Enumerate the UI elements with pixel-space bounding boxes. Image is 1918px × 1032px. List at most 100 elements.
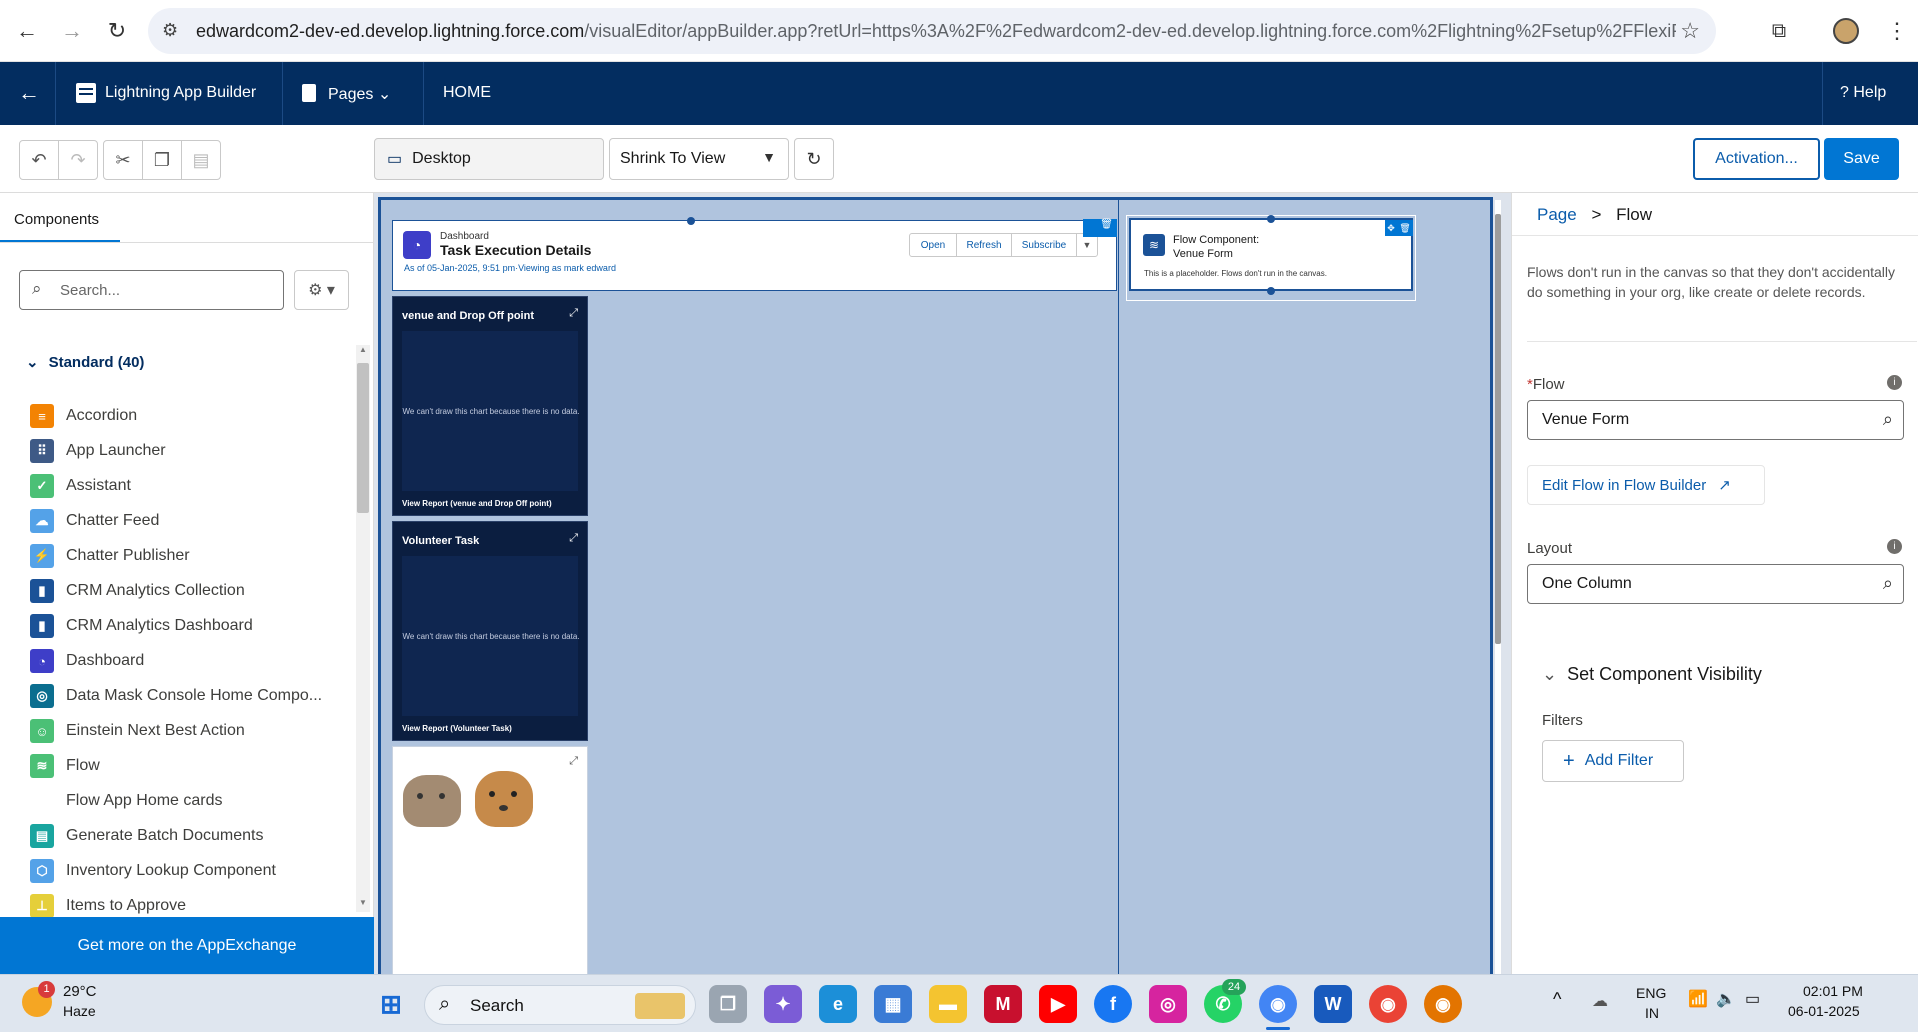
component-item[interactable]: ☁ Chatter Feed — [30, 507, 159, 535]
component-item[interactable]: ✓ Assistant — [30, 472, 131, 500]
chart-volunteer-task[interactable]: Volunteer Task ⤢ We can't draw this char… — [392, 521, 588, 741]
scrollbar-track[interactable]: ▲ ▼ — [356, 345, 370, 912]
help-link[interactable]: ? Help — [1840, 84, 1886, 102]
component-item[interactable]: ◎ Data Mask Console Home Compo... — [30, 682, 322, 710]
file-explorer-icon[interactable]: ▬ — [929, 985, 967, 1023]
dashboard-title: Task Execution Details — [440, 242, 592, 258]
mcafee-icon[interactable]: M — [984, 985, 1022, 1023]
extensions-icon[interactable]: ⧉ — [1762, 14, 1796, 48]
copy-icon[interactable]: ❐ — [142, 140, 182, 180]
flow-card-actions[interactable]: ✥ 🗑 — [1385, 220, 1413, 236]
expand-icon[interactable]: ⤢ — [569, 755, 578, 768]
delete-icon[interactable]: 🗑 — [1083, 219, 1117, 237]
chrome-alt-icon[interactable]: ◉ — [1424, 985, 1462, 1023]
info-icon[interactable]: i — [1887, 539, 1902, 554]
undo-icon[interactable]: ↶ — [19, 140, 59, 180]
breadcrumb-page-link[interactable]: Page — [1537, 205, 1577, 224]
resize-handle[interactable] — [687, 217, 695, 225]
facebook-icon[interactable]: f — [1094, 985, 1132, 1023]
visibility-section-toggle[interactable]: ⌄ Set Component Visibility — [1542, 664, 1762, 685]
scrollbar-thumb[interactable] — [357, 363, 369, 513]
edit-flow-button[interactable]: Edit Flow in Flow Builder ↗ — [1527, 465, 1765, 505]
expand-icon[interactable]: ⤢ — [569, 307, 578, 320]
view-report-link[interactable]: View Report (venue and Drop Off point) — [402, 499, 552, 508]
site-settings-icon[interactable]: ⚙ — [162, 20, 178, 41]
redo-icon[interactable]: ↷ — [58, 140, 98, 180]
resize-handle[interactable] — [1267, 287, 1275, 295]
settings-gear-icon[interactable]: ⚙ ▾ — [294, 270, 349, 310]
save-button[interactable]: Save — [1824, 138, 1899, 180]
store-icon[interactable]: ▦ — [874, 985, 912, 1023]
reload-icon[interactable]: ↻ — [100, 14, 134, 48]
dashboard-header-card[interactable]: ◔ Dashboard Task Execution Details As of… — [392, 219, 1117, 291]
pages-menu[interactable]: Pages ⌄ — [328, 84, 391, 104]
expand-icon[interactable]: ⤢ — [569, 532, 578, 545]
flow-lookup-input[interactable]: Venue Form ⌕ — [1527, 400, 1904, 440]
wifi-icon[interactable]: 📶 — [1688, 989, 1708, 1009]
flow-component-card[interactable]: ≋ Flow Component: Venue Form This is a p… — [1129, 218, 1413, 291]
component-item[interactable]: ⊥ Items to Approve — [30, 892, 186, 920]
back-arrow-icon[interactable]: ← — [18, 80, 40, 106]
browser-menu-icon[interactable]: ⋮ — [1880, 14, 1914, 48]
component-item[interactable]: ⠿ App Launcher — [30, 437, 166, 465]
add-filter-button[interactable]: + Add Filter — [1542, 740, 1684, 782]
info-icon[interactable]: i — [1887, 375, 1902, 390]
resize-handle[interactable] — [1267, 215, 1275, 223]
paste-icon[interactable]: ▤ — [181, 140, 221, 180]
component-item[interactable]: ⚡ Chatter Publisher — [30, 542, 190, 570]
task-view-icon[interactable]: ❐ — [709, 985, 747, 1023]
edge-icon[interactable]: e — [819, 985, 857, 1023]
word-icon[interactable]: W — [1314, 985, 1352, 1023]
view-report-link[interactable]: View Report (Volunteer Task) — [402, 724, 512, 733]
chrome-profile-icon[interactable]: ◉ — [1369, 985, 1407, 1023]
standard-section-header[interactable]: ⌄ Standard (40) — [26, 353, 144, 371]
chrome-icon[interactable]: ◉ — [1259, 985, 1297, 1023]
component-item[interactable]: ☺ Einstein Next Best Action — [30, 717, 245, 745]
volume-icon[interactable]: 🔈 — [1716, 989, 1736, 1009]
copilot-icon[interactable]: ✦ — [764, 985, 802, 1023]
delete-icon[interactable]: 🗑 — [1399, 223, 1410, 234]
clock-date[interactable]: 06-01-2025 — [1788, 1003, 1860, 1019]
cut-icon[interactable]: ✂ — [103, 140, 143, 180]
device-selector[interactable]: ▭ Desktop — [374, 138, 604, 180]
instagram-icon[interactable]: ◎ — [1149, 985, 1187, 1023]
bookmark-star-icon[interactable]: ☆ — [1680, 18, 1700, 44]
component-icon: ≋ — [30, 754, 54, 778]
appexchange-link[interactable]: Get more on the AppExchange — [0, 917, 374, 974]
component-item[interactable]: ▤ Generate Batch Documents — [30, 822, 263, 850]
component-item[interactable]: Flow App Home cards — [30, 787, 223, 815]
component-search-input[interactable]: ⌕ Search... — [19, 270, 284, 310]
component-item[interactable]: ◔ Dashboard — [30, 647, 144, 675]
activation-button[interactable]: Activation... — [1693, 138, 1820, 180]
canvas-scrollbar[interactable] — [1495, 200, 1501, 980]
component-item[interactable]: ≋ Flow — [30, 752, 100, 780]
forward-arrow-icon[interactable]: → — [55, 14, 89, 48]
tab-components[interactable]: Components — [14, 211, 99, 228]
battery-icon[interactable]: ▭ — [1745, 989, 1760, 1009]
address-bar[interactable]: ⚙ edwardcom2-dev-ed.develop.lightning.fo… — [148, 8, 1716, 54]
move-icon[interactable]: ✥ — [1387, 223, 1395, 234]
component-item[interactable]: ≡ Accordion — [30, 402, 137, 430]
component-item[interactable]: ⬡ Inventory Lookup Component — [30, 857, 276, 885]
component-item[interactable]: ▮ CRM Analytics Collection — [30, 577, 245, 605]
refresh-canvas-icon[interactable]: ↻ — [794, 138, 834, 180]
back-arrow-icon[interactable]: ← — [10, 14, 44, 48]
windows-start-icon[interactable]: ⊞ — [372, 985, 410, 1023]
component-label: Inventory Lookup Component — [66, 862, 276, 879]
clock-time[interactable]: 02:01 PM — [1803, 983, 1863, 999]
open-button[interactable]: Open — [909, 233, 957, 257]
refresh-button[interactable]: Refresh — [956, 233, 1012, 257]
youtube-icon[interactable]: ▶ — [1039, 985, 1077, 1023]
onedrive-icon[interactable]: ☁ — [1592, 991, 1608, 1011]
profile-avatar[interactable] — [1833, 18, 1859, 44]
language-line2[interactable]: IN — [1645, 1005, 1659, 1021]
layout-select[interactable]: One Column ⌕ — [1527, 564, 1904, 604]
image-card[interactable]: ⤢ — [392, 746, 588, 980]
component-item[interactable]: ▮ CRM Analytics Dashboard — [30, 612, 253, 640]
subscribe-button[interactable]: Subscribe — [1011, 233, 1077, 257]
tray-chevron-up-icon[interactable]: ^ — [1553, 989, 1561, 1010]
view-mode-select[interactable]: Shrink To View ▼ — [609, 138, 789, 180]
language-line1[interactable]: ENG — [1636, 985, 1666, 1001]
chart-venue-dropoff[interactable]: venue and Drop Off point ⤢ We can't draw… — [392, 296, 588, 516]
taskbar-search[interactable]: ⌕ Search — [424, 985, 696, 1025]
